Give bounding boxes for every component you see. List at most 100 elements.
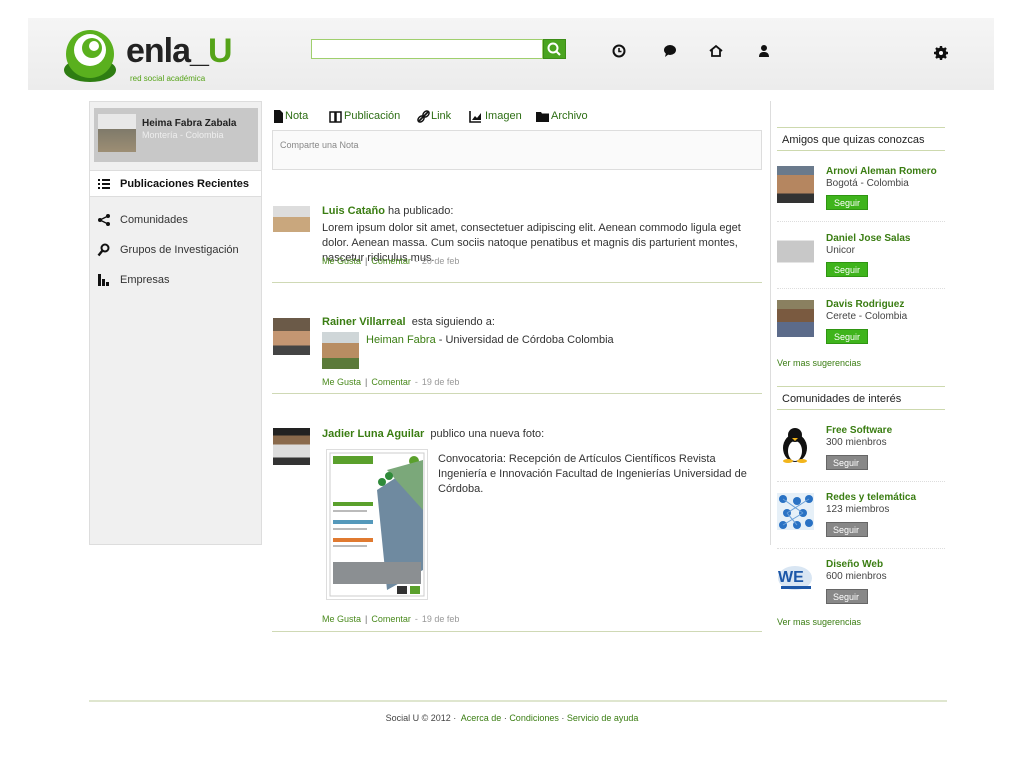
- user-icon[interactable]: [757, 44, 771, 58]
- web-logo-icon: WE: [778, 566, 812, 590]
- post-actions: Me Gusta | Comentar -19 de feb: [322, 614, 460, 624]
- avatar: [98, 114, 136, 152]
- logo-text: enla_U: [126, 32, 232, 70]
- post-author[interactable]: Rainer Villarreal: [322, 316, 406, 328]
- avatar[interactable]: [777, 300, 814, 337]
- magnifier-icon: [97, 243, 110, 257]
- copyright: Social U © 2012 ·: [385, 713, 457, 723]
- followed-info: - Universidad de Córdoba Colombia: [435, 334, 614, 346]
- post-action: publico una nueva foto:: [430, 428, 545, 440]
- follow-button[interactable]: Seguir: [826, 455, 868, 470]
- suggestion-info: Bogotá - Colombia: [826, 178, 909, 189]
- poster-thumbnail-icon: [329, 452, 425, 597]
- comment-link[interactable]: Comentar: [371, 256, 411, 266]
- column-divider: [770, 101, 771, 545]
- followed-user: Heiman Fabra - Universidad de Córdoba Co…: [366, 333, 766, 348]
- post-date: 20 de feb: [421, 256, 460, 266]
- suggestion-info: Unicor: [826, 245, 855, 256]
- divider: [777, 221, 945, 222]
- bar-chart-icon: [98, 274, 109, 286]
- link-icon: [417, 110, 430, 123]
- post-divider: [272, 393, 762, 394]
- post-header: Luis Cataño ha publicado:: [322, 204, 762, 219]
- sidebar-item-companies[interactable]: Empresas: [90, 270, 261, 290]
- help-link[interactable]: Servicio de ayuda: [567, 713, 639, 723]
- avatar[interactable]: [777, 166, 814, 203]
- post-action: ha publicado:: [388, 205, 454, 217]
- more-suggestions-link[interactable]: Ver mas sugerencias: [777, 358, 861, 368]
- footer: Social U © 2012 · Acerca de · Condicione…: [385, 713, 639, 723]
- suggestion-name[interactable]: Arnovi Aleman Romero: [826, 166, 937, 177]
- tab-publication[interactable]: Publicación: [344, 110, 400, 122]
- post-divider: [272, 631, 762, 632]
- tab-image[interactable]: Imagen: [485, 110, 522, 122]
- profile-location: Montería - Colombia: [142, 130, 224, 140]
- profile-card[interactable]: Heima Fabra Zabala Montería - Colombia: [94, 108, 258, 162]
- follow-button[interactable]: Seguir: [826, 589, 868, 604]
- follow-button[interactable]: Seguir: [826, 195, 868, 210]
- post-header: Jadier Luna Aguilar publico una nueva fo…: [322, 427, 762, 442]
- folder-icon: [536, 112, 549, 122]
- followed-avatar[interactable]: [322, 332, 359, 369]
- post-photo[interactable]: [326, 449, 428, 600]
- community-name[interactable]: Diseño Web: [826, 559, 883, 570]
- conditions-link[interactable]: Condiciones: [509, 713, 559, 723]
- post-actions: Me Gusta | Comentar -20 de feb: [322, 256, 460, 266]
- home-icon[interactable]: [709, 44, 723, 58]
- chat-bubble-icon[interactable]: [663, 44, 677, 58]
- note-composer[interactable]: Comparte una Nota: [272, 130, 762, 170]
- book-icon: [329, 111, 342, 123]
- post-actions: Me Gusta | Comentar -19 de feb: [322, 377, 460, 387]
- divider: [777, 288, 945, 289]
- sidebar-item-communities[interactable]: Comunidades: [90, 210, 261, 230]
- avatar[interactable]: [273, 428, 310, 465]
- search-input[interactable]: [311, 39, 543, 59]
- post-date: 19 de feb: [421, 614, 460, 624]
- tab-note[interactable]: Nota: [285, 110, 308, 122]
- community-logo[interactable]: [777, 426, 814, 463]
- avatar[interactable]: [273, 206, 310, 243]
- communities-title: Comunidades de interés: [777, 386, 945, 410]
- community-name[interactable]: Free Software: [826, 425, 892, 436]
- followed-name[interactable]: Heiman Fabra: [366, 334, 436, 346]
- post-divider: [272, 282, 762, 283]
- like-link[interactable]: Me Gusta: [322, 377, 361, 387]
- comment-link[interactable]: Comentar: [371, 614, 411, 624]
- clock-icon[interactable]: [612, 44, 626, 58]
- about-link[interactable]: Acerca de: [461, 713, 502, 723]
- tab-link[interactable]: Link: [431, 110, 451, 122]
- community-logo[interactable]: [777, 493, 814, 530]
- sidebar-item-groups[interactable]: Grupos de Investigación: [90, 240, 261, 260]
- suggestion-info: Cerete - Colombia: [826, 311, 908, 322]
- follow-button[interactable]: Seguir: [826, 262, 868, 277]
- follow-button[interactable]: Seguir: [826, 329, 868, 344]
- gear-icon[interactable]: [934, 46, 948, 60]
- search-button[interactable]: [543, 39, 566, 59]
- community-members: 300 mienbros: [826, 437, 887, 448]
- avatar[interactable]: [777, 233, 814, 270]
- sidebar-item-label: Comunidades: [120, 214, 188, 226]
- follow-button[interactable]: Seguir: [826, 522, 868, 537]
- like-link[interactable]: Me Gusta: [322, 614, 361, 624]
- sidebar-item-label: Publicaciones Recientes: [120, 178, 249, 190]
- profile-name: Heima Fabra Zabala: [142, 118, 237, 129]
- more-communities-link[interactable]: Ver mas sugerencias: [777, 617, 861, 627]
- community-name[interactable]: Redes y telemática: [826, 492, 916, 503]
- post-author[interactable]: Luis Cataño: [322, 205, 385, 217]
- avatar[interactable]: [273, 318, 310, 355]
- sidebar-item-recent[interactable]: Publicaciones Recientes: [90, 170, 261, 197]
- post-header: Rainer Villarreal esta siguiendo a:: [322, 315, 762, 330]
- community-members: 600 mienbros: [826, 571, 887, 582]
- suggestion-name[interactable]: Davis Rodriguez: [826, 299, 904, 310]
- post-author[interactable]: Jadier Luna Aguilar: [322, 428, 424, 440]
- tab-file[interactable]: Archivo: [551, 110, 588, 122]
- suggestion-name[interactable]: Daniel Jose Salas: [826, 233, 911, 244]
- post-action: esta siguiendo a:: [411, 316, 495, 328]
- community-logo[interactable]: WE: [777, 560, 814, 597]
- like-link[interactable]: Me Gusta: [322, 256, 361, 266]
- community-members: 123 miembros: [826, 504, 890, 515]
- composer-placeholder: Comparte una Nota: [280, 140, 359, 150]
- comment-link[interactable]: Comentar: [371, 377, 411, 387]
- note-icon: [274, 110, 283, 123]
- logo[interactable]: enla_U red social académica: [62, 22, 242, 88]
